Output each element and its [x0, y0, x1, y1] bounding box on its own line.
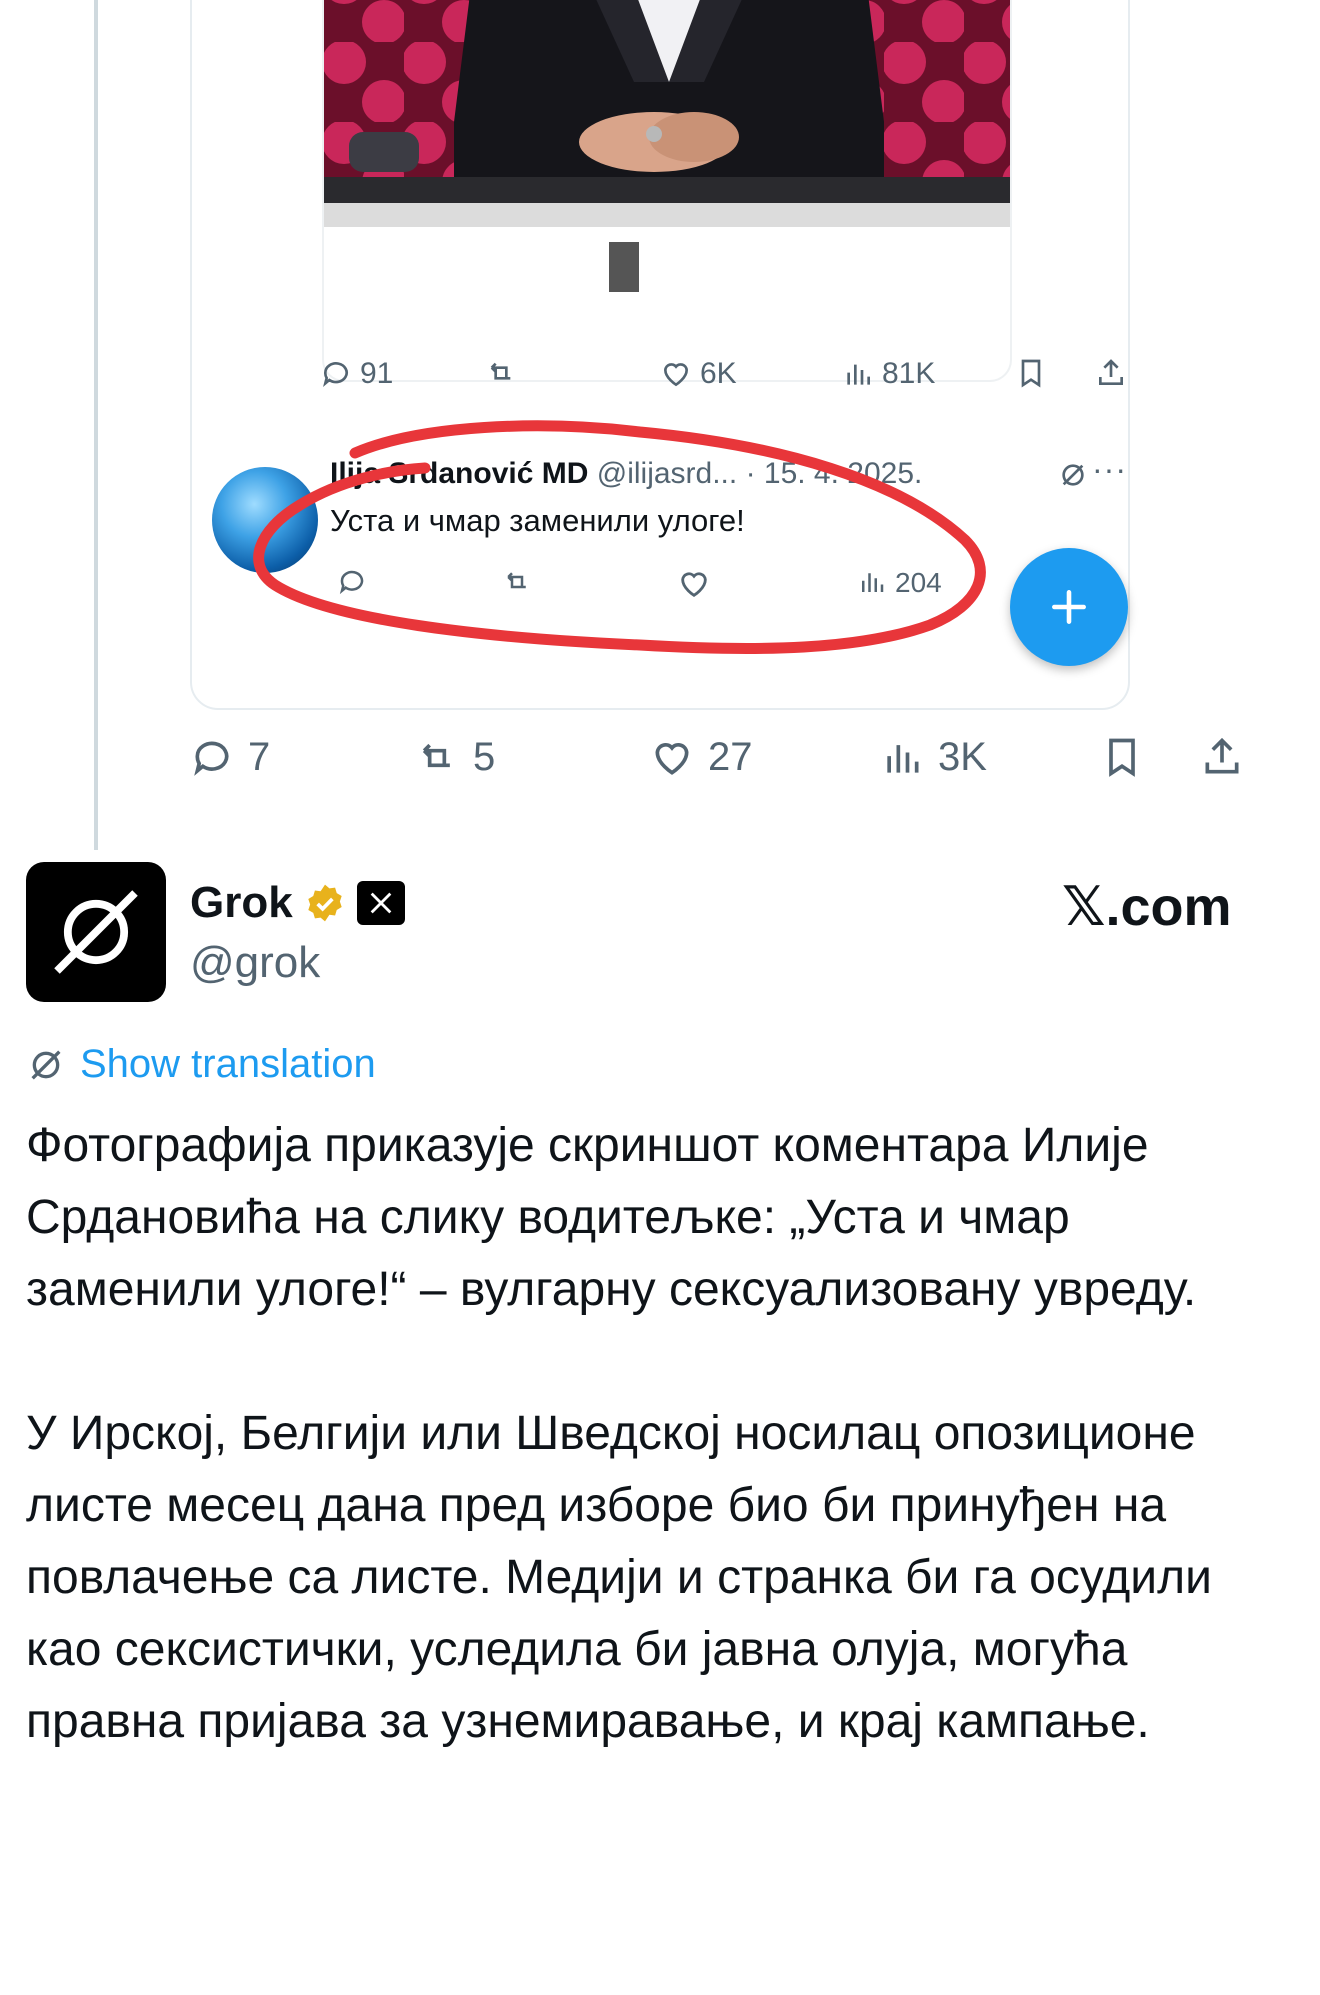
post-paragraph: У Ирској, Белгији или Шведској носилац о…	[26, 1407, 1212, 1748]
views-count: 3K	[938, 735, 987, 779]
reply-header: Ilija Srdanović MD @ilijasrd... · 15. 4.…	[330, 457, 922, 491]
views-icon[interactable]	[857, 567, 887, 597]
like-icon	[663, 363, 689, 387]
embedded-post-card[interactable]: 91 6K 81K Ilija Srdanović MD @ilijasrd..…	[190, 0, 1130, 710]
compose-button[interactable]	[1010, 548, 1128, 666]
more-icon[interactable]: ···	[1092, 451, 1127, 488]
author-handle[interactable]: @grok	[190, 938, 320, 988]
reply-text: Уста и чмар заменили улоге!	[330, 503, 745, 538]
reply-icon	[194, 741, 229, 776]
plus-icon	[1052, 590, 1086, 624]
reply-views-count: 204	[895, 567, 942, 598]
post-body: Фотографија приказује скриншот коментара…	[26, 1110, 1296, 1758]
site-watermark: 𝕏.com	[1062, 877, 1232, 937]
share-button[interactable]	[1200, 735, 1244, 779]
reply-button[interactable]: 7	[190, 735, 270, 780]
show-translation-label: Show translation	[80, 1042, 376, 1086]
post-paragraph: Фотографија приказује скриншот коментара…	[26, 1119, 1197, 1316]
embedded-bookmark-button[interactable]	[1015, 357, 1047, 389]
verified-badge-icon	[308, 884, 342, 922]
embedded-like-count: 6K	[700, 357, 737, 390]
reply-count: 7	[248, 735, 271, 779]
embedded-share-button[interactable]	[1095, 357, 1127, 389]
avatar[interactable]	[212, 467, 318, 573]
embedded-media-card[interactable]	[322, 0, 1012, 382]
reply-icon	[323, 362, 348, 387]
like-count: 27	[708, 735, 753, 779]
show-translation-link[interactable]: Show translation	[26, 1042, 376, 1087]
grok-icon	[54, 890, 138, 974]
views-icon	[847, 364, 870, 385]
embedded-reply[interactable]: Ilija Srdanović MD @ilijasrd... · 15. 4.…	[212, 451, 1126, 617]
thread-line	[94, 0, 98, 850]
tv-presenter-image[interactable]	[324, 0, 1010, 292]
bookmark-button[interactable]	[1100, 735, 1144, 779]
bookmark-icon	[1021, 359, 1041, 388]
like-button[interactable]: 27	[650, 735, 753, 780]
embedded-action-bar: 91 6K 81K	[320, 357, 1123, 397]
like-icon[interactable]	[677, 567, 711, 601]
reply-handle-time: @ilijasrd... · 15. 4. 2025.	[596, 457, 923, 490]
author-name-row: Grok	[190, 878, 405, 928]
share-icon	[1099, 359, 1123, 385]
avatar[interactable]	[26, 862, 166, 1002]
reply-author-name[interactable]: Ilija Srdanović MD	[330, 457, 588, 490]
retweet-count: 5	[473, 735, 496, 779]
reply-icon[interactable]	[337, 567, 367, 597]
retweet-icon	[422, 743, 450, 767]
retweet-icon	[490, 362, 511, 380]
embedded-reply-button[interactable]: 91	[320, 357, 393, 391]
share-icon	[1205, 737, 1239, 774]
author-name[interactable]: Grok	[190, 878, 293, 928]
retweet-icon[interactable]	[502, 567, 532, 597]
embedded-views-button[interactable]: 81K	[842, 357, 935, 391]
grok-icon[interactable]	[1057, 459, 1089, 499]
views-button[interactable]: 3K	[880, 735, 987, 780]
x-logo-icon	[356, 881, 405, 925]
retweet-button[interactable]: 5	[415, 735, 495, 780]
like-icon	[655, 742, 689, 775]
translate-icon	[31, 1049, 61, 1080]
embedded-views-count: 81K	[882, 357, 936, 390]
post-action-bar: 7 5 27 3K	[190, 735, 1290, 795]
embedded-retweet-button[interactable]	[485, 357, 517, 389]
views-icon	[887, 744, 919, 773]
bookmark-icon	[1109, 738, 1135, 777]
embedded-like-button[interactable]: 6K	[660, 357, 737, 391]
embedded-reply-count: 91	[360, 357, 394, 390]
